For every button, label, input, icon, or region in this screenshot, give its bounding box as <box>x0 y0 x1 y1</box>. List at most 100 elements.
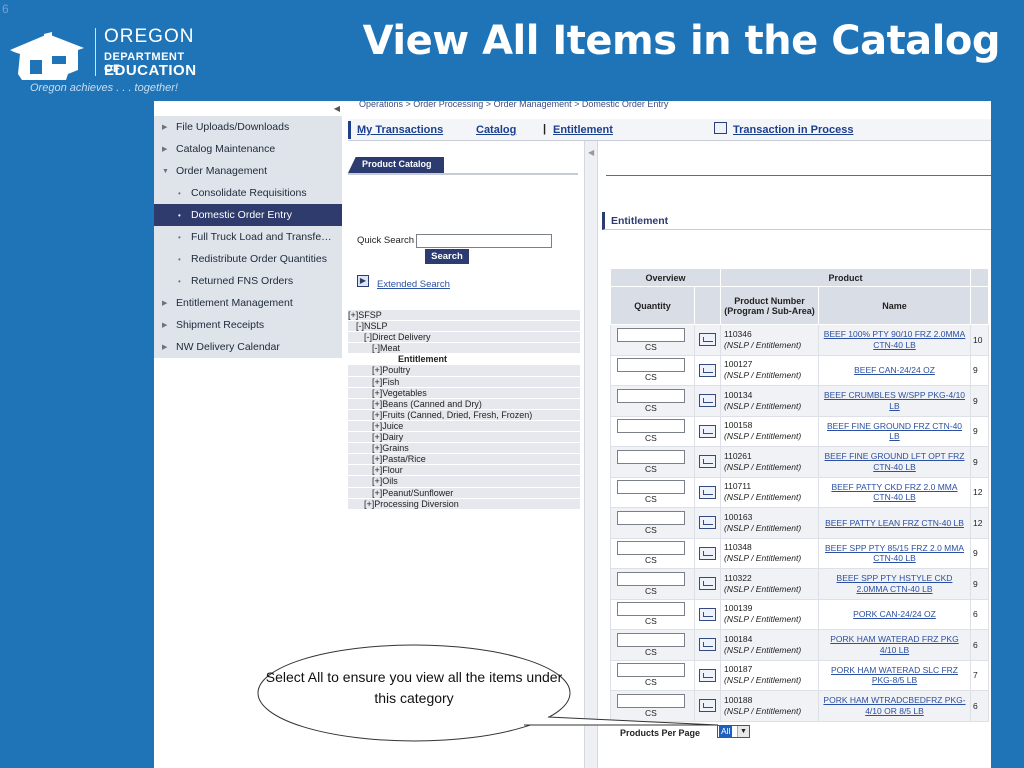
tree-node[interactable]: [+]Juice <box>348 420 580 433</box>
tree-node[interactable]: [+]Flour <box>348 465 580 477</box>
add-to-cart-icon[interactable] <box>699 607 717 621</box>
my-transactions-link[interactable]: My Transactions <box>357 124 443 136</box>
quantity-input[interactable] <box>617 449 685 464</box>
quantity-input[interactable] <box>617 571 685 586</box>
entitlement-panel: Entitlement Overview Product Quantity Pr… <box>602 141 991 768</box>
tree-node[interactable]: [-]Meat <box>348 343 580 355</box>
product-name-link[interactable]: BEEF CAN-24/24 OZ <box>818 354 971 386</box>
product-header: Product <box>720 268 971 287</box>
tree-node[interactable]: [+]Grains <box>348 443 580 455</box>
sidebar-item-2[interactable]: ▼ Order Management <box>154 160 342 182</box>
panel-splitter[interactable]: ◀ <box>584 141 598 768</box>
tree-node[interactable]: Entitlement <box>348 354 580 366</box>
quantity-input[interactable] <box>617 663 685 678</box>
sidebar-item-10[interactable]: ▶ NW Delivery Calendar <box>154 336 342 358</box>
quantity-input[interactable] <box>617 541 685 556</box>
sidebar-item-1[interactable]: ▶ Catalog Maintenance <box>154 138 342 160</box>
quantity-input[interactable] <box>617 419 685 434</box>
add-to-cart-icon[interactable] <box>699 546 717 560</box>
product-number-cell: 100163 (NSLP / Entitlement) <box>720 507 819 539</box>
add-to-cart-icon[interactable] <box>699 333 717 347</box>
triangle-right-icon: ▶ <box>162 300 168 307</box>
product-name-link[interactable]: BEEF CRUMBLES W/SPP PKG-4/10 LB <box>818 385 971 417</box>
product-name-link[interactable]: PORK HAM WATERAD FRZ PKG 4/10 LB <box>818 629 971 661</box>
sidebar-item-3[interactable]: • Consolidate Requisitions <box>154 182 342 204</box>
quick-search-input[interactable] <box>416 234 552 248</box>
tree-node[interactable]: [+]Dairy <box>348 432 580 444</box>
quantity-input[interactable] <box>617 480 685 495</box>
add-to-cart-icon[interactable] <box>699 424 717 438</box>
quantity-input[interactable] <box>617 602 685 617</box>
tab-product-catalog[interactable]: Product Catalog <box>348 157 444 173</box>
tree-node[interactable]: [+]Peanut/Sunflower <box>348 487 580 499</box>
sidebar-item-5[interactable]: • Full Truck Load and Transfe… <box>154 226 342 248</box>
collapse-left-icon[interactable]: ◀ <box>334 104 340 113</box>
products-per-page-select[interactable]: All ▼ <box>717 725 750 738</box>
tree-node[interactable]: [+]Fruits (Canned, Dried, Fresh, Frozen) <box>348 409 580 421</box>
table-row: CS 100134 (NSLP / Entitlement) BEEF CRUMBLE… <box>609 385 989 417</box>
product-name-link[interactable]: BEEF SPP PTY 85/15 FRZ 2.0 MMA CTN-40 LB <box>818 537 971 569</box>
bullet-icon: • <box>178 254 181 264</box>
extended-search-link[interactable]: Extended Search <box>377 279 450 290</box>
transaction-in-process-link[interactable]: Transaction in Process <box>733 124 853 136</box>
extended-search-icon[interactable]: ▶ <box>357 275 369 287</box>
product-name-link[interactable]: BEEF PATTY LEAN FRZ CTN-40 LB <box>818 507 971 539</box>
extra-cell: 6 <box>970 690 989 722</box>
add-to-cart-icon[interactable] <box>699 455 717 469</box>
chevron-down-icon[interactable]: ▼ <box>737 726 749 737</box>
collapse-panel-icon[interactable]: ◀ <box>588 148 594 157</box>
quantity-input[interactable] <box>617 388 685 403</box>
add-to-cart-icon[interactable] <box>699 394 717 408</box>
table-row: CS 100187 (NSLP / Entitlement) PORK HAM WAT… <box>609 659 989 691</box>
triangle-down-icon: ▼ <box>162 167 169 175</box>
slide-number: 6 <box>2 2 9 16</box>
tree-node[interactable]: [+]Processing Diversion <box>348 498 580 510</box>
sidebar-item-7[interactable]: • Returned FNS Orders <box>154 270 342 292</box>
tree-node[interactable]: [+]SFSP <box>348 310 580 322</box>
add-to-cart-icon[interactable] <box>699 363 717 377</box>
product-name-link[interactable]: PORK CAN-24/24 OZ <box>818 598 971 630</box>
tree-node[interactable]: [+]Vegetables <box>348 387 580 399</box>
add-to-cart-icon[interactable] <box>699 668 717 682</box>
extra-cell: 9 <box>970 354 989 386</box>
entitlement-link[interactable]: Entitlement <box>553 124 613 136</box>
product-name-link[interactable]: BEEF SPP PTY HSTYLE CKD 2.0MMA CTN-40 LB <box>818 568 971 600</box>
sidebar-item-0[interactable]: ▶ File Uploads/Downloads <box>154 116 342 138</box>
add-to-cart-icon[interactable] <box>699 699 717 713</box>
tree-node[interactable]: [+]Beans (Canned and Dry) <box>348 398 580 410</box>
sidebar-item-8[interactable]: ▶ Entitlement Management <box>154 292 342 314</box>
extra-cell: 9 <box>970 568 989 600</box>
search-button[interactable]: Search <box>425 249 469 264</box>
tree-node[interactable]: [+]Pasta/Rice <box>348 454 580 466</box>
add-to-cart-icon[interactable] <box>699 638 717 652</box>
add-to-cart-icon[interactable] <box>699 577 717 591</box>
transaction-in-process-icon[interactable] <box>714 122 727 134</box>
product-name-link[interactable]: PORK HAM WTRADCBEDFRZ PKG-4/10 OR 8/5 LB <box>818 690 971 722</box>
tree-node[interactable]: [+]Fish <box>348 376 580 388</box>
sidebar-item-label: Redistribute Order Quantities <box>191 253 327 265</box>
tree-node[interactable]: [+]Oils <box>348 476 580 488</box>
quantity-input[interactable] <box>617 510 685 525</box>
product-name-link[interactable]: BEEF FINE GROUND FRZ CTN-40 LB <box>818 415 971 447</box>
tree-node[interactable]: [-]NSLP <box>348 321 580 333</box>
product-name-link[interactable]: BEEF FINE GROUND LFT OPT FRZ CTN-40 LB <box>818 446 971 478</box>
sidebar-item-4[interactable]: • Domestic Order Entry <box>154 204 342 226</box>
sidebar-item-6[interactable]: • Redistribute Order Quantities <box>154 248 342 270</box>
catalog-link[interactable]: Catalog <box>476 124 516 136</box>
quantity-input[interactable] <box>617 327 685 342</box>
product-name-link[interactable]: PORK HAM WATERAD SLC FRZ PKG-8/5 LB <box>818 659 971 691</box>
add-to-cart-icon[interactable] <box>699 485 717 499</box>
product-name-link[interactable]: BEEF 100% PTY 90/10 FRZ 2.0MMA CTN-40 LB <box>818 324 971 356</box>
add-to-cart-icon[interactable] <box>699 516 717 530</box>
table-row: CS 110261 (NSLP / Entitlement) BEEF FINE GR… <box>609 446 989 478</box>
product-number-cell: 110346 (NSLP / Entitlement) <box>720 324 819 356</box>
product-number: 110346 <box>724 328 752 339</box>
quantity-input[interactable] <box>617 632 685 647</box>
tree-node[interactable]: [-]Direct Delivery <box>348 332 580 344</box>
quantity-input[interactable] <box>617 693 685 708</box>
product-name-link[interactable]: BEEF PATTY CKD FRZ 2.0 MMA CTN-40 LB <box>818 476 971 508</box>
extra-cell: 9 <box>970 385 989 417</box>
tree-node[interactable]: [+]Poultry <box>348 365 580 377</box>
quantity-input[interactable] <box>617 358 685 373</box>
sidebar-item-9[interactable]: ▶ Shipment Receipts <box>154 314 342 336</box>
